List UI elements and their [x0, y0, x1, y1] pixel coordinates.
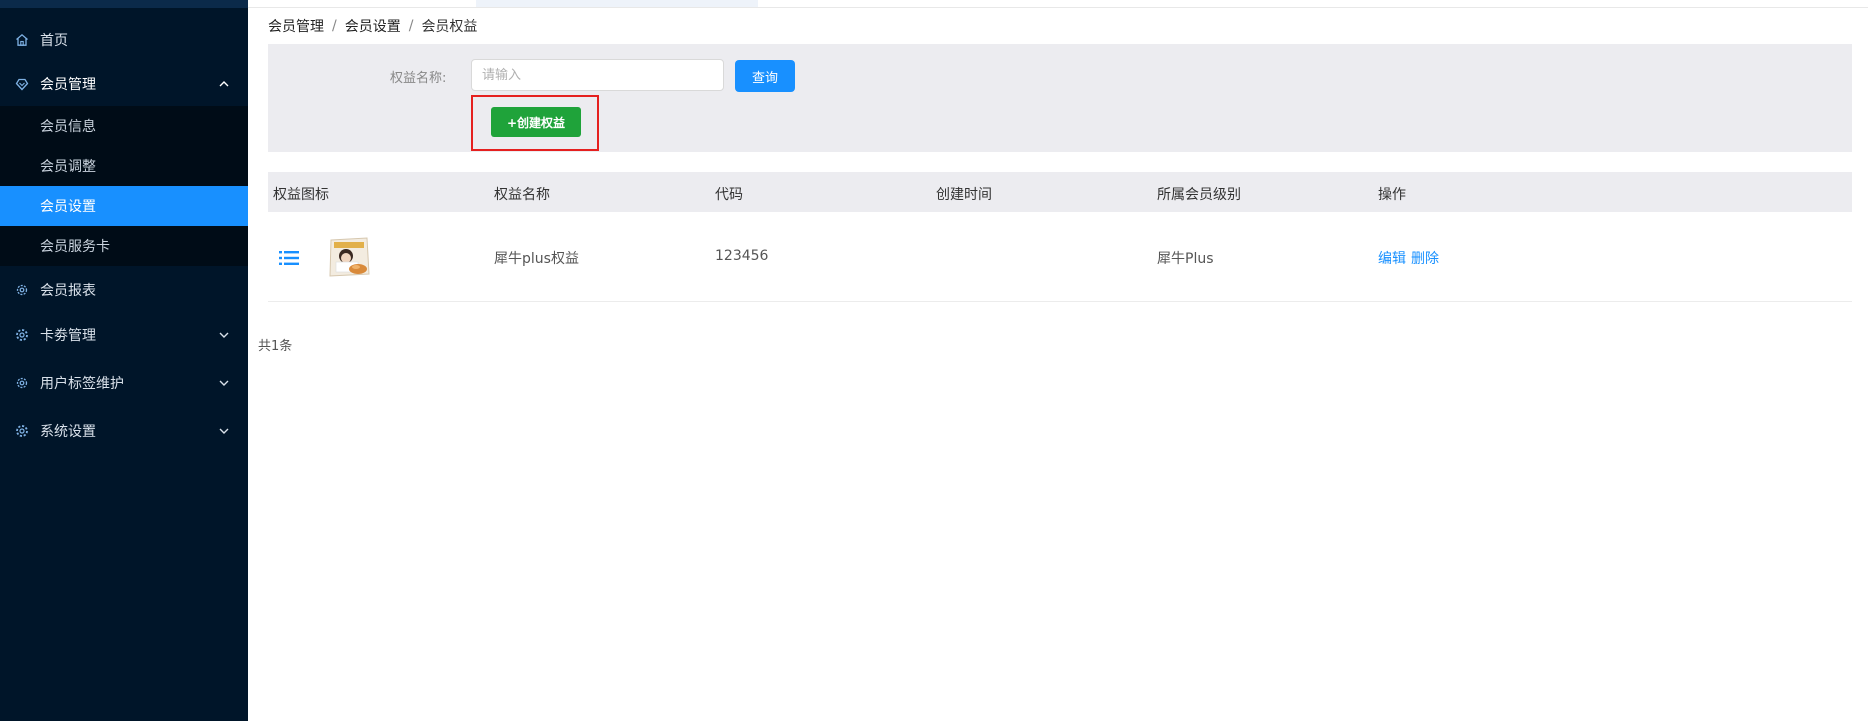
- sidebar-item-coupon-management[interactable]: 卡劵管理: [0, 313, 248, 357]
- pagination-total: 共1条: [258, 339, 293, 354]
- submenu-item-label: 会员设置: [40, 199, 96, 215]
- sidebar-item-label: 系统设置: [40, 424, 96, 440]
- submenu-item-label: 会员调整: [40, 159, 96, 175]
- sidebar-item-member-management[interactable]: 会员管理: [0, 62, 248, 106]
- cog-icon: [14, 423, 30, 439]
- benefit-code-cell: 123456: [715, 248, 769, 264]
- submenu-item-member-settings[interactable]: 会员设置: [0, 186, 248, 226]
- benefit-name-input[interactable]: [471, 59, 724, 91]
- column-header: 权益名称: [494, 187, 550, 203]
- table-row: 犀牛plus权益 123456 犀牛Plus 编辑 删除: [268, 212, 1852, 302]
- cog-icon: [14, 327, 30, 343]
- benefit-name-cell: 犀牛plus权益: [494, 251, 579, 267]
- app-root: 首页 会员管理 会员信息 会员调整 会员设置 会员服务卡 会员报表 卡劵管理 用…: [0, 0, 1868, 721]
- create-benefit-button[interactable]: +创建权益: [491, 107, 581, 137]
- submenu-item-member-info[interactable]: 会员信息: [0, 106, 248, 146]
- active-tab-hint[interactable]: [476, 0, 758, 7]
- member-submenu: 会员信息 会员调整 会员设置 会员服务卡: [0, 106, 248, 266]
- sidebar-item-system-settings[interactable]: 系统设置: [0, 409, 248, 453]
- breadcrumb-current: 会员权益: [421, 19, 478, 35]
- sidebar-item-member-report[interactable]: 会员报表: [0, 268, 248, 312]
- breadcrumb: 会员管理 / 会员设置 / 会员权益: [268, 16, 477, 36]
- column-header: 创建时间: [936, 187, 992, 203]
- chevron-up-icon: [218, 78, 230, 90]
- query-button[interactable]: 查询: [735, 60, 795, 92]
- column-header: 所属会员级别: [1157, 187, 1241, 203]
- sidebar-item-user-tags[interactable]: 用户标签维护: [0, 361, 248, 405]
- chevron-down-icon: [218, 329, 230, 341]
- sidebar-item-label: 会员报表: [40, 283, 96, 299]
- sidebar-item-label: 首页: [40, 33, 68, 49]
- sidebar-item-label: 卡劵管理: [40, 328, 96, 344]
- main-content: 会员管理 / 会员设置 / 会员权益 权益名称: 查询 +创建权益 权益图标 权…: [248, 0, 1868, 721]
- home-icon: [14, 32, 30, 48]
- sidebar-topbar: [0, 0, 248, 8]
- column-header: 代码: [715, 187, 743, 203]
- heart-shield-icon: [14, 76, 30, 92]
- column-header: 权益图标: [273, 187, 329, 203]
- benefit-name-label: 权益名称:: [390, 71, 447, 86]
- delete-link[interactable]: 删除: [1411, 248, 1439, 268]
- submenu-item-label: 会员服务卡: [40, 239, 110, 255]
- submenu-item-label: 会员信息: [40, 119, 96, 135]
- sidebar-item-home[interactable]: 首页: [0, 18, 248, 62]
- top-tab-strip: [248, 0, 1868, 8]
- breadcrumb-item[interactable]: 会员设置: [345, 16, 401, 36]
- drag-list-icon[interactable]: [279, 250, 299, 266]
- member-level-cell: 犀牛Plus: [1157, 251, 1214, 267]
- benefit-thumbnail-image: [326, 236, 372, 278]
- edit-link[interactable]: 编辑: [1378, 248, 1406, 268]
- breadcrumb-separator: /: [408, 18, 414, 34]
- breadcrumb-item[interactable]: 会员管理: [268, 16, 324, 36]
- benefits-table: 权益图标 权益名称 代码 创建时间 所属会员级别 操作 犀牛plus权益 123…: [268, 172, 1852, 302]
- breadcrumb-separator: /: [332, 18, 337, 34]
- filter-panel: 权益名称: 查询 +创建权益: [268, 44, 1852, 152]
- submenu-item-member-adjust[interactable]: 会员调整: [0, 146, 248, 186]
- chevron-down-icon: [218, 425, 230, 437]
- chevron-down-icon: [218, 377, 230, 389]
- sidebar: 首页 会员管理 会员信息 会员调整 会员设置 会员服务卡 会员报表 卡劵管理 用…: [0, 0, 248, 721]
- submenu-item-member-service-card[interactable]: 会员服务卡: [0, 226, 248, 266]
- gear-icon: [14, 282, 30, 298]
- column-header: 操作: [1378, 187, 1406, 203]
- sidebar-item-label: 用户标签维护: [40, 376, 124, 392]
- gear-icon: [14, 375, 30, 391]
- table-header: 权益图标 权益名称 代码 创建时间 所属会员级别 操作: [268, 172, 1852, 212]
- sidebar-item-label: 会员管理: [40, 77, 96, 93]
